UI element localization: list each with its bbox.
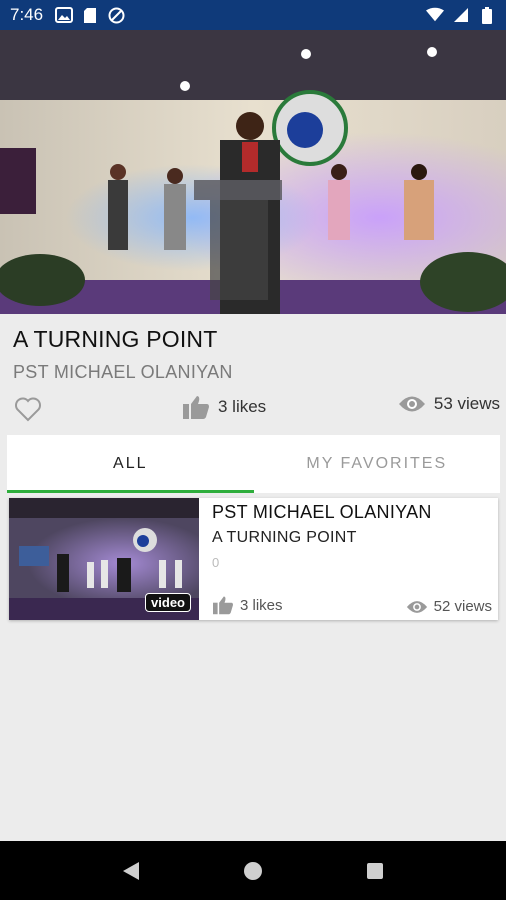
video-thumbnail: video	[9, 498, 199, 620]
sermon-title: A TURNING POINT	[13, 326, 218, 352]
battery-icon	[478, 6, 496, 24]
list-item-speaker: PST MICHAEL OLANIYAN	[212, 502, 432, 522]
status-bar: 7:46	[0, 0, 506, 30]
thumbs-up-icon	[183, 396, 209, 419]
tab-bar: ALL MY FAVORITES	[7, 435, 500, 493]
thumbs-up-icon	[213, 596, 233, 615]
video-badge: video	[145, 593, 191, 612]
home-icon	[244, 861, 262, 880]
system-nav-bar	[0, 841, 506, 900]
list-item-views: 52 views	[406, 598, 492, 615]
tab-all[interactable]: ALL	[7, 435, 254, 493]
back-button[interactable]	[116, 856, 146, 886]
views-stat: 53 views	[398, 394, 500, 414]
status-time: 7:46	[10, 5, 44, 24]
sync-disabled-icon	[107, 6, 125, 24]
sermon-speaker: PST MICHAEL OLANIYAN	[13, 362, 233, 382]
list-item-views-count: 52 views	[433, 598, 492, 615]
sermon-info: A TURNING POINT PST MICHAEL OLANIYAN	[0, 314, 506, 383]
list-item-likes-count: 3 likes	[240, 596, 283, 614]
sermon-stats: 3 likes 53 views	[0, 388, 506, 428]
list-item-likes[interactable]: 3 likes	[212, 595, 283, 615]
recents-icon	[367, 862, 383, 879]
list-item-count: 0	[212, 555, 220, 570]
eye-icon	[398, 396, 425, 412]
like-button[interactable]: 3 likes	[182, 394, 266, 420]
views-count: 53 views	[433, 394, 500, 413]
tab-my-favorites[interactable]: MY FAVORITES	[254, 435, 501, 493]
list-item[interactable]: video PST MICHAEL OLANIYAN A TURNING POI…	[9, 498, 498, 620]
home-button[interactable]	[238, 856, 268, 886]
favorite-button[interactable]	[13, 394, 43, 424]
list-item-details: PST MICHAEL OLANIYAN A TURNING POINT 0 3…	[199, 498, 498, 620]
recents-button[interactable]	[360, 856, 390, 886]
stage-scene-image	[0, 30, 506, 314]
sd-card-icon	[81, 6, 99, 24]
back-icon	[123, 861, 139, 880]
likes-count: 3 likes	[218, 397, 267, 416]
wifi-icon	[426, 6, 444, 24]
hero-video-thumbnail[interactable]	[0, 30, 506, 314]
list-item-title: A TURNING POINT	[212, 529, 357, 546]
heart-outline-icon	[15, 397, 41, 422]
eye-icon	[406, 600, 427, 613]
gallery-icon	[55, 6, 74, 24]
signal-icon	[452, 6, 470, 24]
